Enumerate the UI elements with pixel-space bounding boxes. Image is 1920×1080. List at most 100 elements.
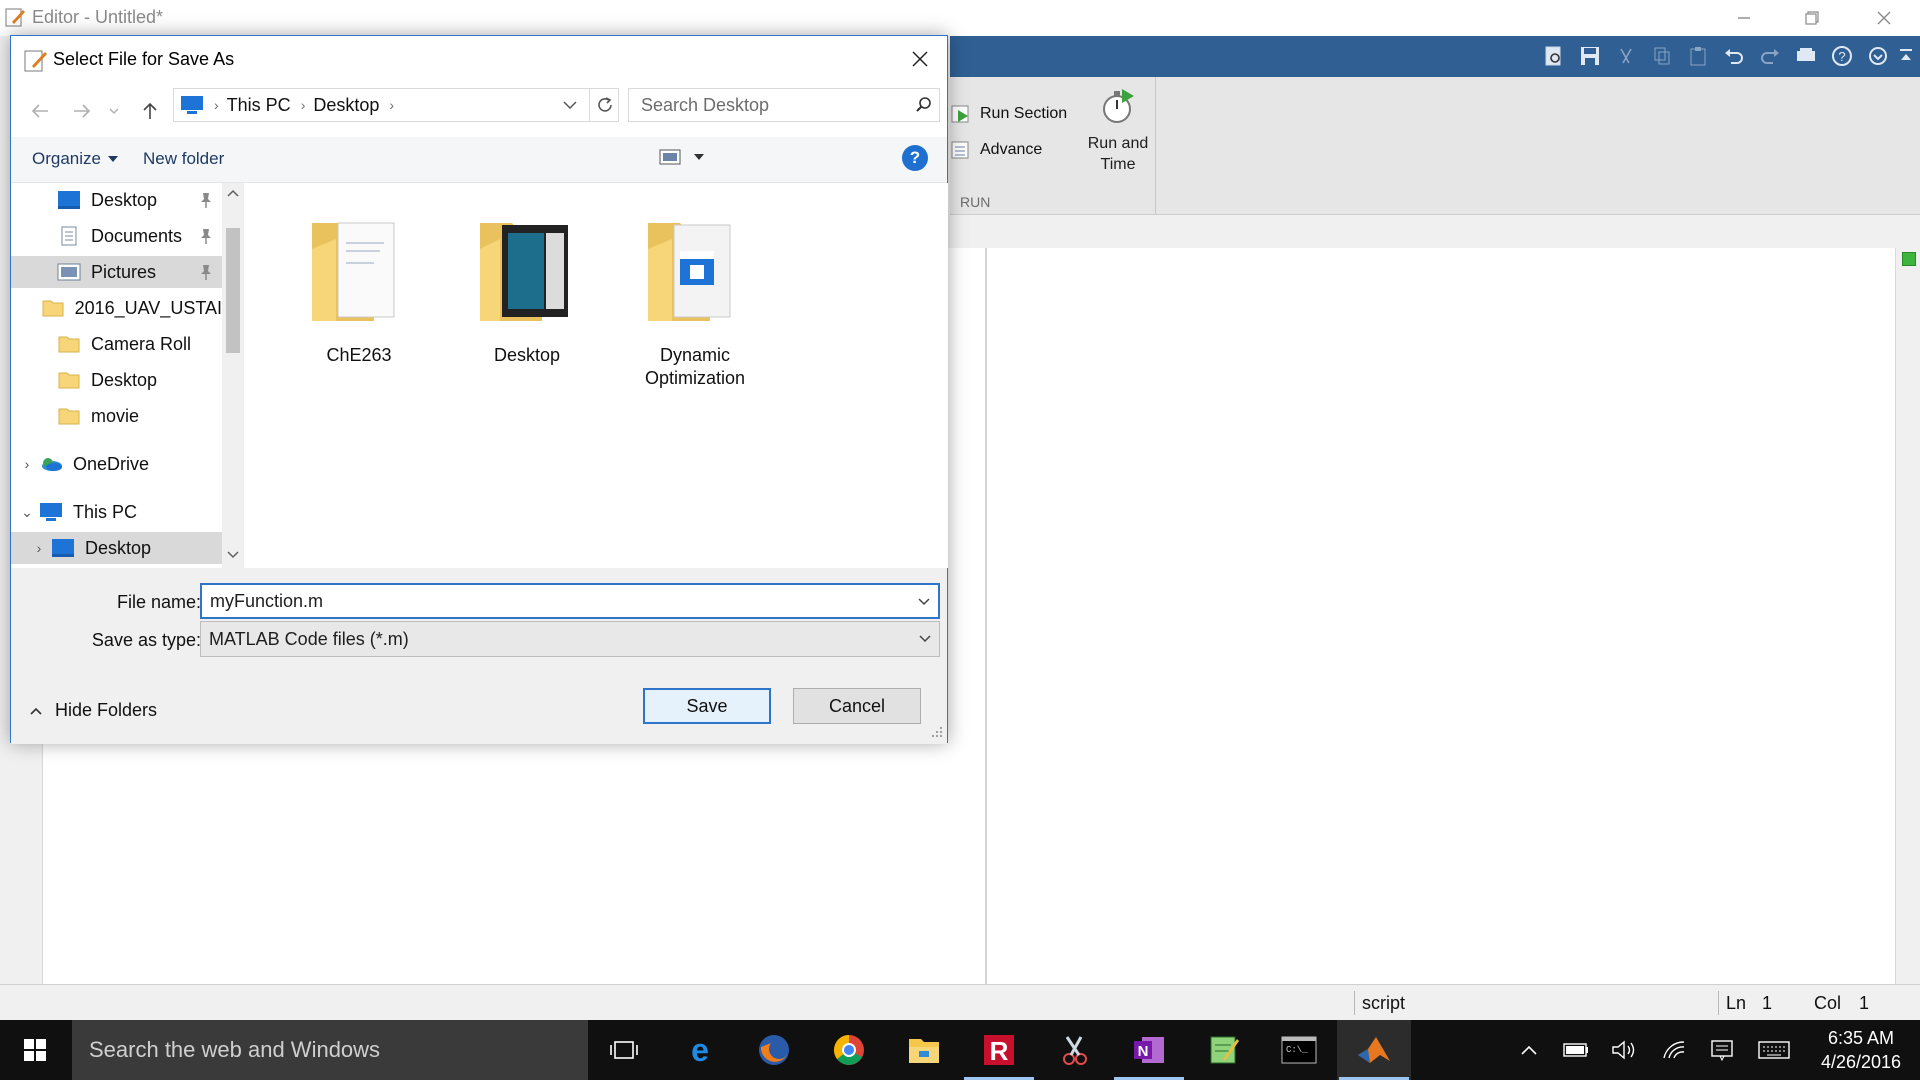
r-app-icon: R [984,1035,1014,1066]
save-button[interactable]: Save [643,688,771,724]
matlab-taskbar-button[interactable] [1337,1020,1411,1080]
file-explorer-taskbar-button[interactable] [887,1020,961,1080]
command-bar: Organize New folder [11,137,947,183]
arrow-up-icon [143,102,157,119]
nav-item-movie[interactable]: movie [11,400,222,432]
save-quick-button[interactable] [1576,42,1604,70]
folder-with-image-icon [480,223,568,321]
file-name-value: myFunction.m [210,590,324,611]
taskbar-clock[interactable]: 6:35 AM 4/26/2016 [1806,1026,1916,1074]
save-type-select[interactable]: MATLAB Code files (*.m) [200,621,940,657]
resize-grip-icon[interactable] [931,726,943,738]
snipping-tool-taskbar-button[interactable] [1037,1020,1111,1080]
nav-item-this-pc-desktop[interactable]: › Desktop [11,532,222,564]
find-files-button[interactable] [1540,42,1568,70]
minimize-button[interactable] [1710,0,1778,36]
organize-menu[interactable]: Organize [32,149,119,169]
file-list-pane[interactable]: ChE263 Desktop Dynamic Optimization [244,183,948,568]
cancel-button[interactable]: Cancel [793,688,921,724]
recent-locations-button[interactable] [105,96,123,126]
search-button[interactable] [909,90,939,120]
navigation-scrollbar[interactable] [222,183,244,568]
show-hidden-icons-button[interactable] [1512,1020,1546,1080]
dialog-close-button[interactable] [903,42,937,76]
up-button[interactable] [135,96,165,126]
code-analyzer-indicator[interactable] [1902,252,1916,266]
clock-date: 4/26/2016 [1820,1052,1902,1072]
desktop-icon [52,539,74,557]
close-window-button[interactable] [1850,0,1918,36]
cut-button[interactable] [1612,42,1640,70]
redo-button[interactable] [1756,42,1784,70]
nav-item-desktop-pinned[interactable]: Desktop [11,184,222,216]
chevron-right-icon[interactable]: › [27,540,51,556]
battery-tray-button[interactable] [1558,1020,1594,1080]
editor-window-title: Editor - Untitled* [32,7,164,27]
nav-item-this-pc[interactable]: ⌄ This PC [11,496,222,528]
chrome-taskbar-button[interactable] [812,1020,886,1080]
status-mode: script [1362,992,1406,1013]
search-docs-button[interactable] [1864,42,1892,70]
address-bar[interactable]: › This PC › Desktop › [173,88,619,122]
copy-button[interactable] [1648,42,1676,70]
paste-button[interactable] [1684,42,1712,70]
nav-item-camera-roll[interactable]: Camera Roll [11,328,222,360]
help-button[interactable]: ? [902,145,928,171]
volume-tray-button[interactable] [1606,1020,1642,1080]
run-section-button[interactable]: Run Section [950,102,1067,126]
nav-item-pictures[interactable]: Pictures [11,256,222,288]
taskbar-search-box[interactable]: Search the web and Windows [72,1020,588,1080]
nav-item-desktop-folder[interactable]: Desktop [11,364,222,396]
run-and-time-button[interactable]: Run and Time [1082,87,1154,175]
command-prompt-taskbar-button[interactable]: C:\_ [1262,1020,1336,1080]
firefox-icon [759,1035,789,1065]
chevron-right-icon[interactable]: › [15,456,39,472]
search-desktop-input[interactable]: Search Desktop [628,88,940,122]
hide-folders-toggle[interactable]: Hide Folders [29,700,157,721]
onenote-taskbar-button[interactable]: N [1112,1020,1186,1080]
action-center-tray-button[interactable] [1704,1020,1740,1080]
restore-button[interactable] [1778,0,1846,36]
address-history-dropdown[interactable] [556,88,584,122]
back-button[interactable] [25,96,55,126]
file-name-input[interactable]: myFunction.m [200,583,940,619]
folder-item[interactable]: Dynamic Optimization [610,203,780,390]
forward-button[interactable] [67,96,97,126]
view-options-button[interactable] [659,149,705,165]
switch-windows-button[interactable] [1792,42,1820,70]
clock-time: 6:35 AM [1827,1028,1895,1048]
folder-item[interactable]: Desktop [442,203,612,367]
edge-taskbar-button[interactable]: e [663,1020,737,1080]
breadcrumb-this-pc[interactable]: This PC [227,95,291,116]
chevron-down-icon[interactable] [916,594,932,610]
firefox-taskbar-button[interactable] [737,1020,811,1080]
scroll-down-icon[interactable] [226,549,240,563]
nav-item-documents[interactable]: Documents [11,220,222,252]
refresh-button[interactable] [589,88,619,122]
nav-item-onedrive[interactable]: › OneDrive [11,448,222,480]
task-view-button[interactable] [587,1020,661,1080]
nav-item-label: Camera Roll [91,333,192,354]
r-taskbar-button[interactable]: R [962,1020,1036,1080]
advance-button[interactable]: Advance [950,138,1042,162]
undo-button[interactable] [1720,42,1748,70]
folder-with-media-icon [648,223,731,321]
nav-item-2016-uav[interactable]: 2016_UAV_USTAI [11,292,222,324]
notepad-taskbar-button[interactable] [1187,1020,1261,1080]
new-folder-button[interactable]: New folder [143,149,224,169]
collapse-ribbon-button[interactable] [1892,42,1920,70]
breadcrumb-desktop[interactable]: Desktop [313,95,379,116]
help-quick-button[interactable]: ? [1828,42,1856,70]
network-tray-button[interactable] [1656,1020,1692,1080]
save-type-label: Save as type: [91,630,201,650]
nav-item-label: This PC [73,501,138,522]
scroll-up-icon[interactable] [226,187,240,201]
nav-item-label: Desktop [91,369,158,390]
status-separator [1354,991,1355,1015]
chevron-down-icon[interactable]: ⌄ [15,504,39,521]
editor-code-area[interactable] [987,248,1895,984]
touch-keyboard-tray-button[interactable] [1752,1020,1796,1080]
scrollbar-thumb[interactable] [226,228,240,353]
folder-item[interactable]: ChE263 [274,203,444,367]
start-button[interactable] [0,1020,70,1080]
